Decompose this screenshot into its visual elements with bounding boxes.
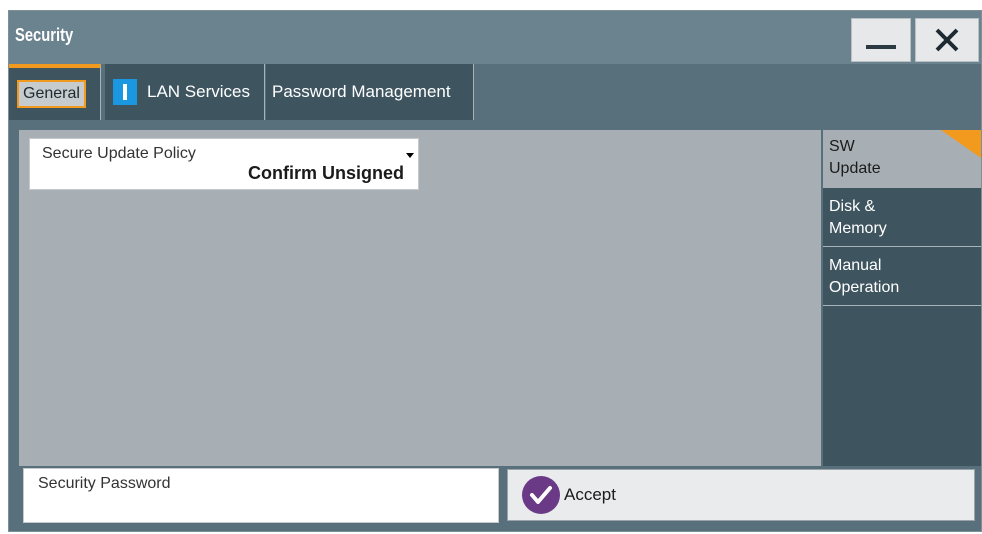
tab-general-label: General: [17, 80, 86, 108]
tab-lan-services[interactable]: LAN Services: [105, 64, 265, 120]
accept-label: Accept: [564, 485, 616, 504]
minimize-button[interactable]: [851, 18, 911, 62]
tab-general[interactable]: General: [9, 64, 101, 120]
tab-password-management[interactable]: Password Management: [266, 64, 474, 120]
side-item-disk-memory-line1: Disk &: [829, 198, 876, 215]
tab-password-management-label: Password Management: [272, 82, 451, 101]
side-menu: SW Update Disk & Memory Manual Operation: [823, 130, 981, 466]
security-window: Security General LAN Services Password M…: [8, 10, 982, 532]
tab-lan-services-label: LAN Services: [147, 82, 250, 101]
security-password-label: Security Password: [38, 475, 171, 492]
side-item-manual-operation-line1: Manual: [829, 257, 882, 274]
close-button[interactable]: [915, 18, 979, 62]
side-item-sw-update[interactable]: SW Update: [823, 130, 981, 188]
secure-update-policy-dropdown[interactable]: Secure Update Policy Confirm Unsigned: [29, 138, 419, 190]
side-item-sw-update-line2: Update: [829, 160, 881, 177]
secure-update-policy-value: Confirm Unsigned: [248, 163, 404, 183]
secure-update-policy-label: Secure Update Policy: [42, 145, 196, 162]
side-item-disk-memory[interactable]: Disk & Memory: [823, 190, 981, 247]
accept-button[interactable]: Accept: [507, 469, 975, 521]
minimize-icon: [866, 45, 896, 49]
title-bar: Security: [9, 11, 981, 64]
side-item-disk-memory-line2: Memory: [829, 220, 887, 237]
side-item-manual-operation-line2: Operation: [829, 279, 900, 296]
close-icon: [935, 28, 959, 52]
security-password-field[interactable]: Security Password: [23, 468, 499, 523]
content-area: Secure Update Policy Confirm Unsigned: [19, 130, 821, 466]
info-icon: [113, 79, 137, 105]
window-title: Security: [15, 25, 74, 45]
active-corner-marker: [941, 130, 981, 158]
check-icon: [522, 476, 560, 514]
side-item-manual-operation[interactable]: Manual Operation: [823, 249, 981, 306]
tab-bar: General LAN Services Password Management: [9, 64, 981, 122]
dropdown-arrow-icon: [406, 153, 414, 158]
